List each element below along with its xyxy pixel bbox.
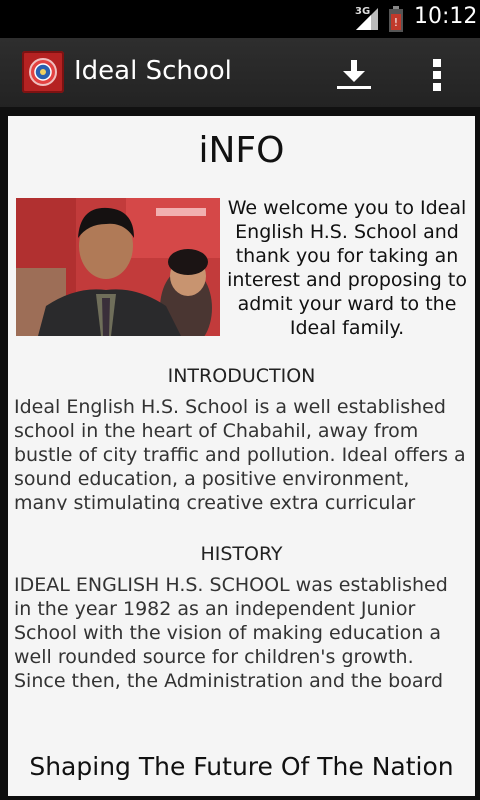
svg-text:!: !: [394, 16, 398, 29]
introduction-heading: INTRODUCTION: [167, 365, 316, 387]
network-type-label: 3G: [355, 6, 371, 17]
introduction-body[interactable]: Ideal English H.S. School is a well esta…: [14, 395, 466, 510]
action-bar: Ideal School: [0, 38, 480, 110]
app-title: Ideal School: [74, 56, 232, 86]
history-body[interactable]: IDEAL ENGLISH H.S. SCHOOL was establishe…: [14, 573, 466, 689]
history-heading: HISTORY: [200, 543, 283, 565]
download-icon[interactable]: [334, 58, 374, 90]
overflow-menu-icon[interactable]: [426, 58, 448, 92]
info-card[interactable]: iNFO We welcome you to Ideal English H.S…: [8, 116, 475, 796]
battery-icon: !: [389, 6, 403, 32]
clock: 10:12: [414, 4, 478, 29]
page-heading: iNFO: [198, 130, 285, 171]
status-bar: 3G ! 10:12: [0, 0, 480, 38]
welcome-text: We welcome you to Ideal English H.S. Sch…: [227, 197, 467, 339]
tagline: Shaping The Future Of The Nation: [29, 752, 454, 781]
app-logo-icon[interactable]: [22, 51, 64, 93]
content-frame: iNFO We welcome you to Ideal English H.S…: [0, 110, 480, 800]
principal-photo: [16, 198, 220, 336]
